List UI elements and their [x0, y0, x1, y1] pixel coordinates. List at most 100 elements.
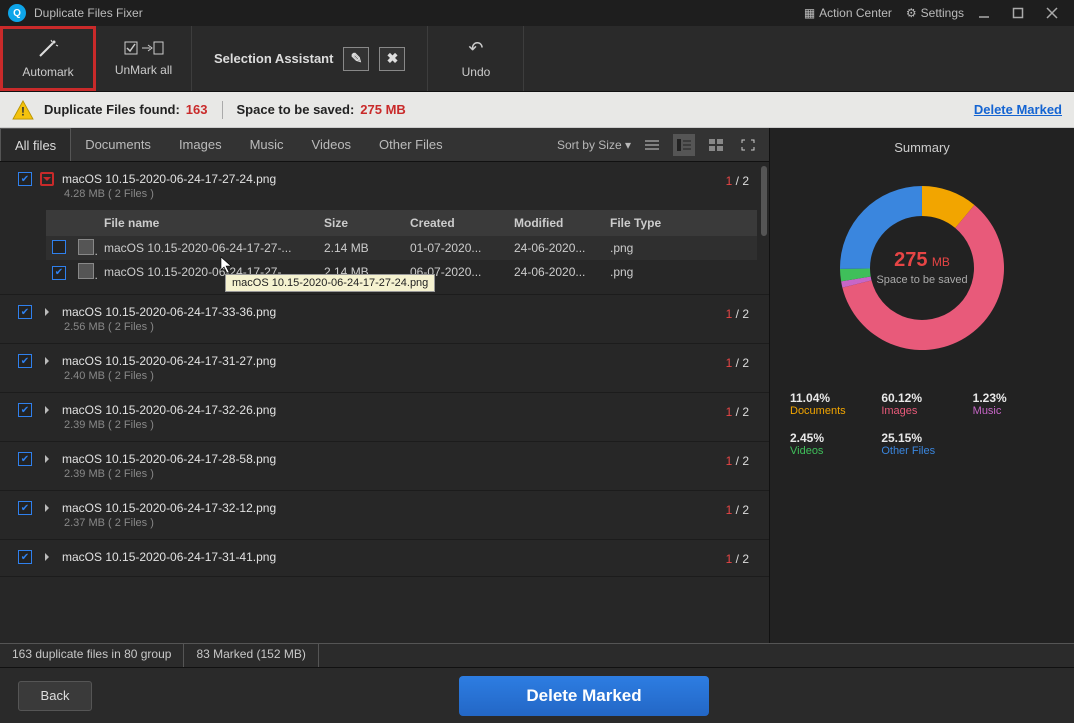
delete-marked-link[interactable]: Delete Marked: [974, 102, 1062, 117]
status-bar: 163 duplicate files in 80 group 83 Marke…: [0, 643, 1074, 667]
group-name: macOS 10.15-2020-06-24-17-31-27.png: [62, 354, 276, 368]
file-group[interactable]: macOS 10.15-2020-06-24-17-32-12.png 2.37…: [0, 491, 769, 540]
donut-sub: Space to be saved: [876, 274, 967, 287]
group-name: macOS 10.15-2020-06-24-17-33-36.png: [62, 305, 276, 319]
file-list[interactable]: macOS 10.15-2020-06-24-17-27-24.png 4.28…: [0, 162, 769, 643]
group-counter: 1 / 2: [726, 552, 749, 566]
dup-found-label: Duplicate Files found:: [44, 102, 180, 117]
group-counter: 1 / 2: [726, 405, 749, 419]
expand-caret-icon[interactable]: [40, 452, 54, 466]
filter-tab-documents[interactable]: Documents: [71, 128, 165, 161]
donut-center: 275 MB Space to be saved: [876, 249, 967, 287]
selection-assistant-tool1-button[interactable]: ✎: [343, 47, 369, 71]
mouse-cursor-icon: [220, 256, 234, 277]
filter-tabs: All files Documents Images Music Videos …: [0, 128, 769, 162]
row-checkbox[interactable]: [52, 240, 66, 254]
expand-caret-icon[interactable]: [40, 305, 54, 319]
file-group[interactable]: macOS 10.15-2020-06-24-17-31-27.png 2.40…: [0, 344, 769, 393]
action-center-button[interactable]: ▦ Action Center: [804, 6, 892, 20]
back-button[interactable]: Back: [18, 681, 92, 711]
legend-item: 25.15%Other Files: [881, 431, 962, 457]
maximize-button[interactable]: [1004, 7, 1032, 19]
row-modified: 24-06-2020...: [508, 241, 604, 255]
file-group[interactable]: macOS 10.15-2020-06-24-17-28-58.png 2.39…: [0, 442, 769, 491]
summary-donut-chart: 275 MB Space to be saved: [790, 173, 1054, 363]
tools-icon: ✖: [387, 50, 399, 67]
group-checkbox[interactable]: [18, 550, 32, 564]
filter-tab-videos[interactable]: Videos: [298, 128, 366, 161]
info-bar: ! Duplicate Files found: 163 Space to be…: [0, 92, 1074, 128]
file-group[interactable]: macOS 10.15-2020-06-24-17-27-24.png 4.28…: [0, 162, 769, 295]
group-size: 2.40 MB ( 2 Files ): [64, 370, 757, 382]
expand-caret-icon[interactable]: [40, 172, 54, 186]
row-filetype: .png: [604, 241, 757, 255]
unmark-all-button[interactable]: UnMark all: [96, 26, 192, 91]
donut-value: 275: [894, 249, 927, 271]
group-checkbox[interactable]: [18, 354, 32, 368]
group-name: macOS 10.15-2020-06-24-17-27-24.png: [62, 172, 276, 186]
grid-icon: ▦: [804, 6, 815, 20]
file-group[interactable]: macOS 10.15-2020-06-24-17-32-26.png 2.39…: [0, 393, 769, 442]
group-checkbox[interactable]: [18, 452, 32, 466]
row-created: 01-07-2020...: [404, 241, 508, 255]
group-checkbox[interactable]: [18, 305, 32, 319]
legend-item: 11.04%Documents: [790, 391, 871, 417]
space-saved-label: Space to be saved:: [237, 102, 355, 117]
image-file-icon: [78, 239, 94, 255]
row-modified: 24-06-2020...: [508, 265, 604, 279]
legend-item: 60.12%Images: [881, 391, 962, 417]
row-filetype: .png: [604, 265, 757, 279]
filter-tab-images[interactable]: Images: [165, 128, 236, 161]
settings-button[interactable]: ⚙ Settings: [906, 6, 964, 20]
group-size: 2.56 MB ( 2 Files ): [64, 321, 757, 333]
view-list-button[interactable]: [641, 134, 663, 156]
filter-tab-music[interactable]: Music: [236, 128, 298, 161]
unmark-icon: [124, 41, 164, 57]
title-bar: Q Duplicate Files Fixer ▦ Action Center …: [0, 0, 1074, 26]
expand-caret-icon[interactable]: [40, 501, 54, 515]
space-saved-value: 275 MB: [360, 102, 406, 117]
group-name: macOS 10.15-2020-06-24-17-32-26.png: [62, 403, 276, 417]
group-checkbox[interactable]: [18, 501, 32, 515]
delete-marked-button[interactable]: Delete Marked: [459, 676, 709, 716]
warning-icon: !: [12, 100, 34, 120]
group-size: 2.39 MB ( 2 Files ): [64, 419, 757, 431]
undo-icon: ↶: [468, 38, 483, 59]
expand-caret-icon[interactable]: [40, 354, 54, 368]
group-checkbox[interactable]: [18, 403, 32, 417]
undo-button[interactable]: ↶ Undo: [428, 26, 524, 91]
row-checkbox[interactable]: [52, 266, 66, 280]
wand-small-icon: ✎: [351, 50, 363, 67]
legend-item: 2.45%Videos: [790, 431, 871, 457]
view-grid-button[interactable]: [705, 134, 727, 156]
selection-assistant-tool2-button[interactable]: ✖: [379, 47, 405, 71]
group-counter: 1 / 2: [726, 356, 749, 370]
expand-caret-icon[interactable]: [40, 550, 54, 564]
group-counter: 1 / 2: [726, 503, 749, 517]
gear-icon: ⚙: [906, 6, 917, 20]
group-name: macOS 10.15-2020-06-24-17-28-58.png: [62, 452, 276, 466]
group-counter: 1 / 2: [726, 307, 749, 321]
group-checkbox[interactable]: [18, 172, 32, 186]
group-counter: 1 / 2: [726, 174, 749, 188]
group-size: 2.39 MB ( 2 Files ): [64, 468, 757, 480]
expand-caret-icon[interactable]: [40, 403, 54, 417]
group-name: macOS 10.15-2020-06-24-17-32-12.png: [62, 501, 276, 515]
fullscreen-button[interactable]: [737, 134, 759, 156]
automark-button[interactable]: Automark: [0, 26, 96, 91]
view-detail-button[interactable]: [673, 134, 695, 156]
close-button[interactable]: [1038, 7, 1066, 19]
group-table: File name Size Created Modified File Typ…: [46, 210, 757, 284]
wand-icon: [37, 39, 59, 59]
app-title: Duplicate Files Fixer: [34, 6, 143, 20]
filter-tab-other[interactable]: Other Files: [365, 128, 457, 161]
file-group[interactable]: macOS 10.15-2020-06-24-17-33-36.png 2.56…: [0, 295, 769, 344]
minimize-button[interactable]: [970, 7, 998, 19]
file-group[interactable]: macOS 10.15-2020-06-24-17-31-41.png 1 / …: [0, 540, 769, 577]
sort-by-dropdown[interactable]: Sort by Size ▾: [557, 138, 631, 152]
filter-tab-all[interactable]: All files: [0, 128, 71, 161]
dup-found-value: 163: [186, 102, 208, 117]
group-size: 2.37 MB ( 2 Files ): [64, 517, 757, 529]
table-row[interactable]: macOS 10.15-2020-06-24-17-27-... 2.14 MB…: [46, 236, 757, 260]
left-pane: All files Documents Images Music Videos …: [0, 128, 770, 643]
